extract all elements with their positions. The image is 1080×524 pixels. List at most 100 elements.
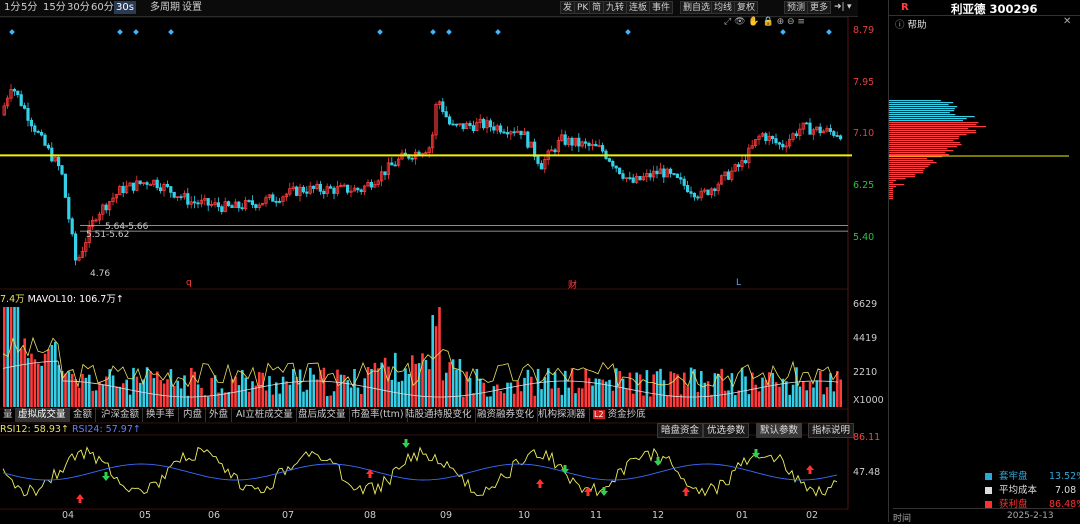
buy-arrow-icon[interactable]	[366, 469, 374, 478]
hand-icon[interactable]: ✋	[748, 17, 759, 27]
volume-bar	[499, 391, 502, 407]
signal-marker[interactable]	[168, 29, 174, 35]
signal-marker[interactable]	[133, 29, 139, 35]
tool-more[interactable]: 更多	[807, 1, 832, 14]
volume-bar	[139, 382, 142, 407]
tool-lianban[interactable]: 连板	[626, 1, 651, 14]
volume-bar	[611, 390, 615, 407]
sell-arrow-icon[interactable]	[402, 439, 410, 448]
period-30min[interactable]: 30分	[65, 1, 92, 14]
signal-marker[interactable]	[430, 29, 436, 35]
volume-bar	[244, 377, 247, 407]
draw-tool-icon[interactable]: ⤢	[724, 17, 731, 27]
volume-bar	[339, 374, 343, 407]
buy-arrow-icon[interactable]	[536, 479, 544, 488]
volume-bar	[822, 394, 825, 407]
tool-remove-watchlist[interactable]: 删自选	[680, 1, 714, 14]
event-marker-q[interactable]: q	[186, 278, 192, 288]
tool-adjust[interactable]: 复权	[734, 1, 759, 14]
volume-bar	[298, 369, 302, 407]
close-icon[interactable]: ✕	[1063, 16, 1071, 27]
chip-bar	[889, 116, 975, 118]
volume-bar	[638, 374, 642, 407]
buy-arrow-icon[interactable]	[806, 465, 814, 474]
tab-hs-amount[interactable]: 沪深金额	[98, 408, 144, 422]
sell-arrow-icon[interactable]	[102, 472, 110, 481]
tab-institution[interactable]: 机构探测器	[535, 408, 590, 422]
volume-bar	[812, 387, 815, 407]
event-marker-report[interactable]: 财	[568, 278, 577, 291]
sell-arrow-icon[interactable]	[752, 449, 760, 458]
tab-outer[interactable]: 外盘	[206, 408, 233, 422]
tab-amount[interactable]: 金额	[70, 408, 97, 422]
volume-bar	[720, 368, 723, 407]
dark-pool-button[interactable]: 暗盘资金	[657, 423, 704, 438]
volume-bar	[404, 368, 407, 407]
tab-hk-connect[interactable]: 陆股通持股变化	[402, 408, 476, 422]
tool-ma[interactable]: 均线	[711, 1, 736, 14]
multi-period-button[interactable]: 多周期	[148, 1, 182, 14]
zoom-in-icon[interactable]: ⊕	[777, 17, 785, 27]
more-icon[interactable]: ≡	[797, 17, 805, 27]
signal-marker[interactable]	[377, 29, 383, 35]
period-60min[interactable]: 60分	[89, 1, 116, 14]
signal-marker[interactable]	[9, 29, 15, 35]
month-01: 01	[736, 510, 749, 521]
chevron-down-icon[interactable]: ▾	[845, 1, 854, 14]
signal-marker[interactable]	[625, 29, 631, 35]
volume-bar	[111, 375, 115, 407]
tab-after-hours[interactable]: 盘后成交量	[295, 408, 350, 422]
tab-turnover[interactable]: 换手率	[143, 408, 179, 422]
optimal-params-button[interactable]: 优选参数	[703, 423, 750, 438]
volume-bar	[30, 353, 33, 407]
signal-marker[interactable]	[780, 29, 786, 35]
lock-icon[interactable]: 🔒	[762, 17, 773, 27]
sell-arrow-icon[interactable]	[654, 457, 662, 466]
tool-fa[interactable]: 发	[560, 1, 576, 14]
volume-bar	[754, 384, 757, 407]
indicator-help-button[interactable]: 指标说明	[808, 423, 855, 438]
volume-bar	[669, 371, 672, 407]
volume-bar	[468, 377, 472, 407]
help-link[interactable]: ⓘ 帮助	[895, 17, 927, 31]
tab-bottom-fishing[interactable]: L2 资金抄底	[590, 408, 649, 422]
l2-badge: L2	[593, 410, 605, 419]
tab-margin[interactable]: 融资融券变化	[474, 408, 539, 422]
signal-marker[interactable]	[446, 29, 452, 35]
chip-bar	[889, 142, 961, 144]
chip-bar	[889, 178, 906, 180]
period-30s[interactable]: 30s	[114, 1, 136, 14]
chip-bar	[889, 184, 905, 186]
chip-bar	[889, 150, 954, 152]
volume-bar	[434, 326, 438, 407]
buy-arrow-icon[interactable]	[682, 487, 690, 496]
buy-arrow-icon[interactable]	[76, 494, 84, 503]
tool-jiuzhuan[interactable]: 九转	[603, 1, 628, 14]
sell-arrow-icon[interactable]	[600, 487, 608, 496]
tab-virtual-volume[interactable]: 虚拟成交量	[15, 408, 70, 422]
chip-bar	[889, 112, 950, 114]
kline-chart[interactable]	[0, 17, 888, 522]
chip-bar	[889, 164, 931, 166]
eye-icon[interactable]: 👁	[734, 17, 745, 27]
period-15min[interactable]: 15分	[41, 1, 68, 14]
signal-marker[interactable]	[826, 29, 832, 35]
rsi12-label: RSI12: 58.93↑	[0, 424, 69, 435]
trapped-label: 套牢盘	[999, 471, 1028, 482]
tool-events[interactable]: 事件	[649, 1, 674, 14]
tool-forecast[interactable]: 预测	[784, 1, 809, 14]
volume-bar	[169, 369, 173, 407]
tab-inner[interactable]: 内盘	[180, 408, 207, 422]
chip-bar	[889, 120, 963, 122]
default-params-button[interactable]: 默认参数	[756, 423, 803, 438]
event-marker-l[interactable]: L	[736, 278, 741, 288]
tab-pe[interactable]: 市盈率(ttm)	[348, 408, 408, 422]
period-5min[interactable]: 5分	[19, 1, 39, 14]
signal-marker[interactable]	[495, 29, 501, 35]
settings-button[interactable]: 设置	[180, 1, 204, 14]
volume-bar	[785, 381, 788, 407]
tool-simple[interactable]: 简	[589, 1, 605, 14]
zoom-out-icon[interactable]: ⊖	[787, 17, 795, 27]
tab-ai-volume[interactable]: AI立桩成交量	[233, 408, 297, 422]
signal-marker[interactable]	[117, 29, 123, 35]
